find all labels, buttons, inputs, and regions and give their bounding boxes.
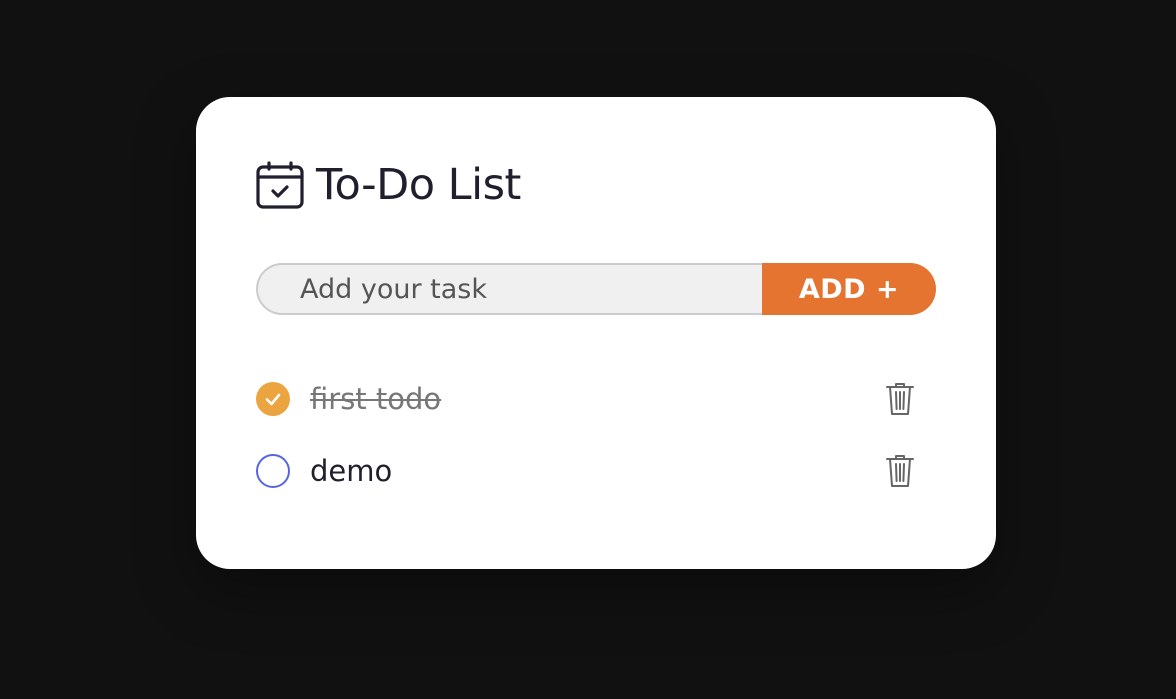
list-item[interactable]: first todo <box>256 363 936 435</box>
todo-text: demo <box>310 454 393 488</box>
todo-card: To-Do List ADD + first todo <box>196 97 996 569</box>
add-task-row: ADD + <box>256 263 936 315</box>
checked-checkbox[interactable] <box>256 382 290 416</box>
todo-list: first todo demo <box>256 363 936 507</box>
todo-text: first todo <box>310 382 442 416</box>
trash-icon[interactable] <box>884 453 916 489</box>
add-button[interactable]: ADD + <box>762 263 936 315</box>
page-title: To-Do List <box>316 160 521 210</box>
header: To-Do List <box>256 159 521 211</box>
task-input[interactable] <box>256 263 762 315</box>
unchecked-checkbox[interactable] <box>256 454 290 488</box>
list-item[interactable]: demo <box>256 435 936 507</box>
trash-icon[interactable] <box>884 381 916 417</box>
calendar-check-icon <box>256 161 304 209</box>
checkmark-icon <box>265 393 281 406</box>
